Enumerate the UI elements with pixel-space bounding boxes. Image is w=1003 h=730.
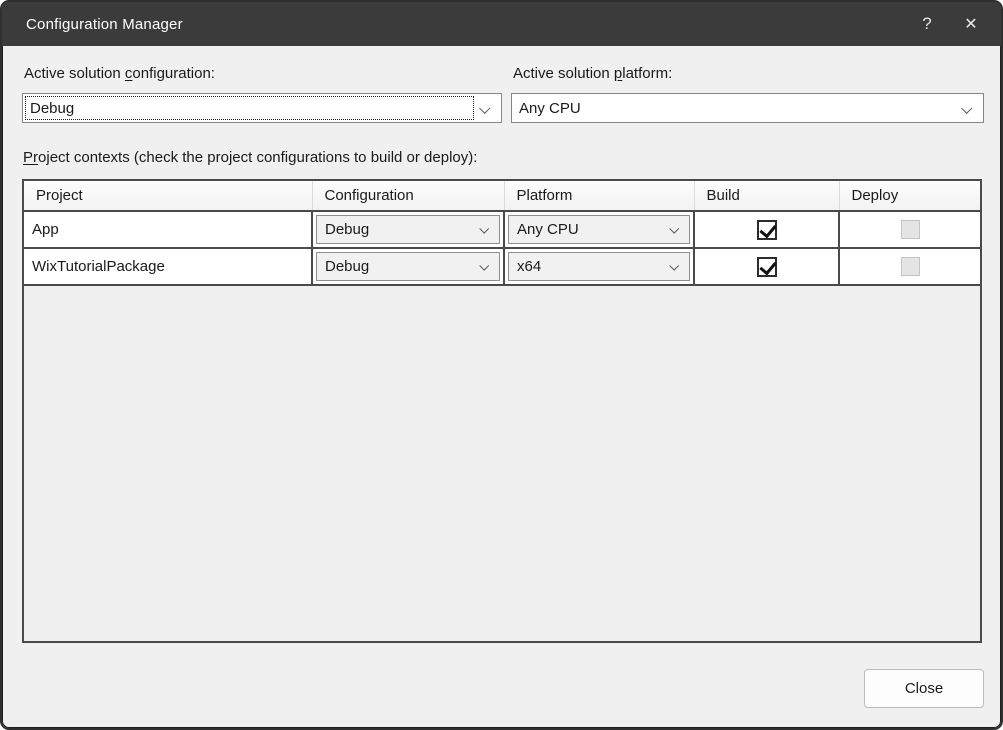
configuration-select[interactable]: Debug — [316, 252, 500, 281]
deploy-checkbox — [901, 220, 920, 239]
column-header-deploy[interactable]: Deploy — [839, 181, 980, 211]
build-cell — [694, 211, 839, 248]
platform-select[interactable]: Any CPU — [508, 215, 690, 244]
help-icon[interactable]: ? — [905, 2, 949, 46]
active-solution-configuration-select[interactable]: Debug — [22, 93, 502, 123]
platform-value: Any CPU — [517, 221, 579, 238]
column-header-build[interactable]: Build — [694, 181, 839, 211]
configuration-value: Debug — [325, 221, 369, 238]
table-header-row: Project Configuration Platform Build Dep… — [24, 181, 980, 211]
active-solution-platform-label: Active solution platform: — [513, 65, 672, 82]
configuration-cell: Debug — [312, 211, 504, 248]
configuration-select[interactable]: Debug — [316, 215, 500, 244]
project-name-cell[interactable]: WixTutorialPackage — [24, 248, 312, 285]
platform-cell: Any CPU — [504, 211, 694, 248]
configuration-value: Debug — [325, 258, 369, 275]
active-solution-configuration-value: Debug — [30, 100, 74, 117]
build-checkbox[interactable] — [757, 220, 777, 240]
table-row: WixTutorialPackage Debug x64 — [24, 248, 980, 285]
chevron-down-icon — [669, 224, 679, 234]
window-title: Configuration Manager — [2, 16, 183, 33]
chevron-down-icon — [669, 261, 679, 271]
build-cell — [694, 248, 839, 285]
project-contexts-grid: Project Configuration Platform Build Dep… — [22, 179, 982, 643]
project-name-cell[interactable]: App — [24, 211, 312, 248]
chevron-down-icon — [961, 103, 972, 114]
column-header-project[interactable]: Project — [24, 181, 312, 211]
chevron-down-icon — [479, 224, 489, 234]
deploy-cell — [839, 211, 980, 248]
build-checkbox[interactable] — [757, 257, 777, 277]
focus-rectangle — [25, 96, 474, 120]
chevron-down-icon — [479, 103, 490, 114]
project-contexts-label: Project contexts (check the project conf… — [23, 149, 477, 166]
platform-cell: x64 — [504, 248, 694, 285]
deploy-checkbox — [901, 257, 920, 276]
table-row: App Debug Any CPU — [24, 211, 980, 248]
close-button[interactable]: Close — [864, 669, 984, 708]
platform-value: x64 — [517, 258, 541, 275]
column-header-configuration[interactable]: Configuration — [312, 181, 504, 211]
configuration-cell: Debug — [312, 248, 504, 285]
deploy-cell — [839, 248, 980, 285]
column-header-platform[interactable]: Platform — [504, 181, 694, 211]
active-solution-configuration-label: Active solution configuration: — [24, 65, 215, 82]
close-icon[interactable]: ✕ — [949, 2, 993, 46]
configuration-manager-dialog: Configuration Manager ? ✕ Active solutio… — [0, 0, 1003, 730]
active-solution-platform-select[interactable]: Any CPU — [511, 93, 984, 123]
platform-select[interactable]: x64 — [508, 252, 690, 281]
project-contexts-table: Project Configuration Platform Build Dep… — [24, 181, 980, 286]
titlebar-buttons: ? ✕ — [905, 2, 993, 46]
active-solution-platform-value: Any CPU — [519, 100, 581, 117]
chevron-down-icon — [479, 261, 489, 271]
titlebar[interactable]: Configuration Manager ? ✕ — [2, 2, 1001, 46]
